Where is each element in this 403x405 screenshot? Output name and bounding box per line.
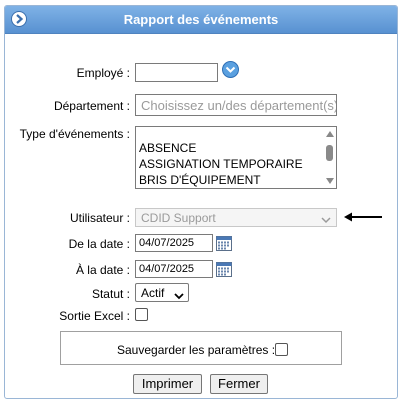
dialog-title: Rapport des événements bbox=[123, 12, 279, 27]
a-date-input[interactable]: 04/07/2025 bbox=[135, 260, 213, 278]
excel-label: Sortie Excel : bbox=[59, 309, 130, 323]
list-item[interactable]: ABSENCE bbox=[139, 141, 196, 155]
type-label: Type d'événements : bbox=[19, 127, 130, 141]
departement-label: Département : bbox=[53, 99, 130, 113]
list-item[interactable]: BRIS D'ÉQUIPEMENT bbox=[139, 173, 261, 187]
statut-value: Actif bbox=[141, 286, 165, 300]
type-listbox[interactable]: ABSENCE ASSIGNATION TEMPORAIRE BRIS D'ÉQ… bbox=[135, 126, 337, 189]
chevron-down-circle-icon[interactable] bbox=[222, 61, 239, 78]
de-date-label: De la date : bbox=[68, 237, 130, 251]
scroll-up-icon[interactable] bbox=[326, 131, 334, 137]
calendar-icon[interactable] bbox=[216, 262, 232, 277]
de-date-input[interactable]: 04/07/2025 bbox=[135, 234, 213, 252]
save-params-label: Sauvegarder les paramètres : bbox=[117, 343, 276, 357]
listbox-scrollbar[interactable] bbox=[323, 127, 336, 188]
departement-placeholder: Choisissez un/des département(s) bbox=[141, 98, 337, 113]
arrow-left-annotation-icon bbox=[344, 211, 382, 225]
print-button[interactable]: Imprimer bbox=[133, 374, 202, 394]
save-params-checkbox[interactable] bbox=[275, 343, 288, 356]
statut-select[interactable]: Actif bbox=[135, 283, 189, 302]
scroll-thumb[interactable] bbox=[326, 145, 333, 161]
utilisateur-label: Utilisateur : bbox=[69, 211, 130, 225]
a-date-label: À la date : bbox=[75, 263, 130, 277]
statut-label: Statut : bbox=[91, 287, 130, 301]
calendar-icon[interactable] bbox=[216, 236, 232, 251]
dialog-titlebar: Rapport des événements bbox=[5, 6, 397, 34]
excel-checkbox[interactable] bbox=[135, 308, 148, 321]
departement-input[interactable]: Choisissez un/des département(s) bbox=[135, 94, 337, 116]
utilisateur-select[interactable]: CDID Support bbox=[135, 208, 337, 227]
utilisateur-value: CDID Support bbox=[141, 211, 216, 225]
chevron-down-icon bbox=[321, 213, 331, 227]
list-item[interactable]: ASSIGNATION TEMPORAIRE bbox=[139, 157, 303, 171]
chevron-down-icon bbox=[174, 289, 184, 303]
employe-input[interactable] bbox=[135, 63, 218, 82]
save-params-panel: Sauvegarder les paramètres : bbox=[60, 331, 342, 365]
scroll-down-icon[interactable] bbox=[326, 178, 334, 184]
close-button[interactable]: Fermer bbox=[210, 374, 268, 394]
employe-label: Employé : bbox=[76, 66, 130, 80]
